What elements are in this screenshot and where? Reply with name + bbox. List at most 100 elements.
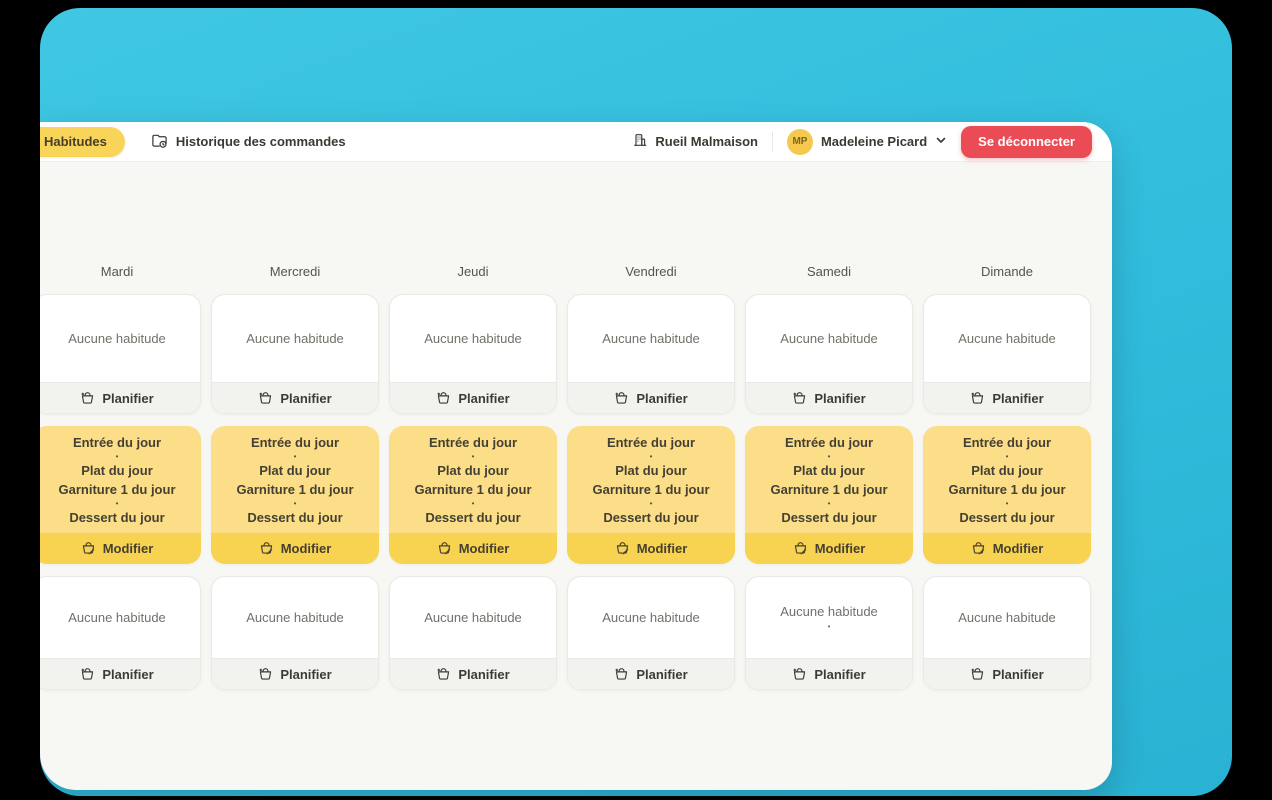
footer-button-label: Modifier (280, 541, 332, 556)
modify-button[interactable]: Modifier (211, 533, 379, 564)
separator-dot: • (471, 498, 475, 508)
plan-button[interactable]: Planifier (568, 658, 734, 689)
basket-icon (436, 391, 451, 406)
footer-button-label: Planifier (992, 666, 1044, 682)
habit-card-empty: Aucune habitude Planifier (923, 576, 1091, 690)
day-label-dimande: Dimande (980, 264, 1034, 279)
separator-dot: • (293, 451, 297, 461)
habit-card-empty: Aucune habitude Planifier (40, 576, 201, 690)
habit-item-label: Dessert du jour (247, 509, 343, 525)
habit-item-label: Entrée du jour (606, 434, 696, 450)
footer-button-label: Modifier (102, 541, 154, 556)
modify-button[interactable]: Modifier (389, 533, 557, 564)
card-body: Aucune habitude (924, 577, 1090, 658)
habit-item-label: Garniture 1 du jour (592, 481, 710, 497)
separator-dot: • (471, 451, 475, 461)
habit-card-filled: Entrée du jour • Plat du jour Garniture 1 d… (745, 426, 913, 564)
plan-button[interactable]: Planifier (746, 382, 912, 413)
plan-button[interactable]: Planifier (212, 658, 378, 689)
header-divider (771, 131, 773, 152)
folder-clock-icon (151, 132, 168, 152)
empty-label: Aucune habitude (602, 610, 700, 625)
plan-button[interactable]: Planifier (568, 382, 734, 413)
avatar-initials: MP (792, 136, 808, 147)
separator-dot: • (827, 622, 831, 631)
footer-button-label: Modifier (814, 541, 866, 556)
empty-label: Aucune habitude (68, 610, 166, 625)
habit-item-label: Dessert du jour (959, 509, 1055, 525)
habit-item-label: Entrée du jour (784, 434, 874, 450)
habit-item-label: Entrée du jour (72, 434, 162, 450)
plan-button[interactable]: Planifier (40, 658, 200, 689)
basket-icon (970, 667, 985, 682)
plan-button[interactable]: Planifier (390, 382, 556, 413)
separator-dot: • (649, 451, 653, 461)
habit-card-empty: Aucune habitude Planifier (567, 576, 735, 690)
card-body: Entrée du jour • Plat du jour Garniture 1 d… (389, 426, 557, 533)
basket-icon (258, 667, 273, 682)
card-body: Entrée du jour • Plat du jour Garniture 1 d… (211, 426, 379, 533)
habit-item-label: Plat du jour (259, 462, 331, 478)
basket-icon (614, 391, 629, 406)
empty-label: Aucune habitude (246, 610, 344, 625)
footer-button-label: Planifier (636, 390, 688, 406)
tab-habitudes[interactable]: Habitudes (40, 126, 125, 157)
habit-card-filled: Entrée du jour • Plat du jour Garniture 1 d… (567, 426, 735, 564)
logout-button[interactable]: Se déconnecter (961, 125, 1092, 158)
habit-item-label: Garniture 1 du jour (948, 481, 1066, 497)
separator-dot: • (649, 498, 653, 508)
footer-button-label: Modifier (636, 541, 688, 556)
card-body: Entrée du jour • Plat du jour Garniture 1 d… (745, 426, 913, 533)
empty-label: Aucune habitude (780, 604, 878, 619)
footer-button-label: Planifier (814, 666, 866, 682)
separator-dot: • (827, 451, 831, 461)
footer-button-label: Planifier (992, 390, 1044, 406)
card-body: Entrée du jour • Plat du jour Garniture 1 d… (567, 426, 735, 533)
location-label: Rueil Malmaison (655, 134, 758, 149)
basket-icon (258, 391, 273, 406)
footer-button-label: Planifier (636, 666, 688, 682)
modify-button[interactable]: Modifier (567, 533, 735, 564)
habit-item-label: Plat du jour (793, 462, 865, 478)
card-body: Aucune habitude (924, 295, 1090, 382)
empty-label: Aucune habitude (68, 331, 166, 346)
habit-item-label: Plat du jour (615, 462, 687, 478)
habit-item-label: Entrée du jour (250, 434, 340, 450)
footer-button-label: Modifier (458, 541, 510, 556)
card-body: Aucune habitude (568, 577, 734, 658)
footer-button-label: Planifier (280, 390, 332, 406)
card-body: Entrée du jour • Plat du jour Garniture 1 d… (923, 426, 1091, 533)
basket-edit-icon (793, 541, 808, 556)
card-body: Aucune habitude (40, 295, 200, 382)
habit-card-empty: Aucune habitude • Planifier (745, 576, 913, 690)
location-selector[interactable]: Rueil Malmaison (632, 132, 758, 151)
card-body: Aucune habitude (746, 295, 912, 382)
footer-button-label: Planifier (458, 666, 510, 682)
plan-button[interactable]: Planifier (390, 658, 556, 689)
tab-historique-commandes[interactable]: Historique des commandes (151, 132, 346, 152)
habit-item-label: Garniture 1 du jour (236, 481, 354, 497)
basket-icon (970, 391, 985, 406)
day-label-vendredi: Vendredi (625, 264, 677, 279)
plan-button[interactable]: Planifier (924, 658, 1090, 689)
modify-button[interactable]: Modifier (923, 533, 1091, 564)
empty-label: Aucune habitude (780, 331, 878, 346)
day-label-mardi: Mardi (100, 264, 134, 279)
basket-icon (436, 667, 451, 682)
plan-button[interactable]: Planifier (40, 382, 200, 413)
habit-card-empty: Aucune habitude Planifier (567, 294, 735, 414)
empty-label: Aucune habitude (958, 331, 1056, 346)
plan-button[interactable]: Planifier (924, 382, 1090, 413)
habit-card-empty: Aucune habitude Planifier (389, 294, 557, 414)
card-body: Aucune habitude (212, 577, 378, 658)
modify-button[interactable]: Modifier (40, 533, 201, 564)
plan-button[interactable]: Planifier (212, 382, 378, 413)
plan-button[interactable]: Planifier (746, 658, 912, 689)
basket-edit-icon (971, 541, 986, 556)
habit-item-label: Garniture 1 du jour (58, 481, 176, 497)
header-nav: Habitudes Historique des commandes (40, 126, 346, 157)
card-body: Entrée du jour • Plat du jour Garniture 1 d… (40, 426, 201, 533)
modify-button[interactable]: Modifier (745, 533, 913, 564)
user-menu[interactable]: MP Madeleine Picard (786, 128, 947, 155)
habit-item-label: Entrée du jour (428, 434, 518, 450)
